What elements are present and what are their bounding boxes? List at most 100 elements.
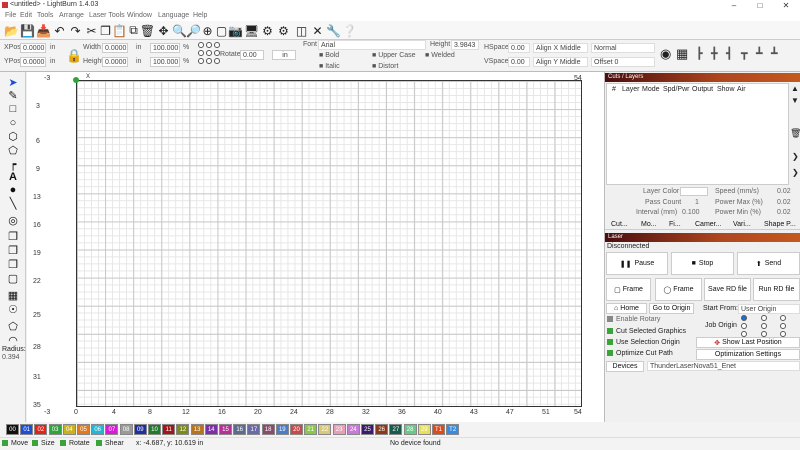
palette-swatch[interactable]: T1 bbox=[432, 424, 445, 435]
job-origin-radio[interactable] bbox=[741, 323, 747, 329]
palette-swatch[interactable]: 16 bbox=[233, 424, 247, 435]
menu-file[interactable]: File bbox=[5, 12, 16, 19]
job-origin-radio[interactable] bbox=[741, 315, 747, 321]
offset-field[interactable]: Offset 0 bbox=[591, 57, 655, 67]
wrench-icon[interactable]: 🔧 bbox=[326, 23, 341, 38]
menu-edit[interactable]: Edit bbox=[20, 12, 32, 19]
power-min-value[interactable]: 0.02 bbox=[777, 209, 791, 216]
anchor-radio[interactable] bbox=[206, 50, 212, 56]
palette-swatch[interactable]: 03 bbox=[48, 424, 62, 435]
zoom-out-icon[interactable]: 🔎 bbox=[186, 23, 201, 38]
import-icon[interactable]: 📥 bbox=[36, 23, 51, 38]
grid-array-icon[interactable]: ▦ bbox=[6, 289, 20, 302]
paste-icon[interactable]: 📋 bbox=[112, 23, 127, 38]
send-button[interactable]: ⬆ Send bbox=[737, 252, 800, 275]
menu-tools[interactable]: Tools bbox=[37, 12, 53, 19]
palette-swatch[interactable]: 18 bbox=[261, 424, 275, 435]
edit-nodes-icon[interactable]: ✎ bbox=[6, 89, 20, 102]
optimization-settings-button[interactable]: Optimization Settings bbox=[696, 349, 800, 360]
palette-swatch[interactable]: 20 bbox=[290, 424, 303, 435]
align-left-icon[interactable]: ┣ bbox=[696, 47, 703, 60]
move-layer-up-icon[interactable]: ▲ bbox=[791, 84, 799, 93]
job-origin-radio[interactable] bbox=[780, 323, 786, 329]
palette-swatch[interactable]: 14 bbox=[204, 424, 218, 435]
frame-select-icon[interactable]: ▢ bbox=[214, 23, 229, 38]
palette-swatch[interactable]: 15 bbox=[219, 424, 232, 435]
text-height-field[interactable]: 3.9843 bbox=[451, 40, 479, 50]
select-tool-icon[interactable]: ➤ bbox=[6, 76, 20, 89]
open-file-icon[interactable]: 📂 bbox=[4, 23, 19, 38]
array-icon[interactable]: ❐ bbox=[6, 230, 20, 243]
pause-button[interactable]: ❚❚ Pause bbox=[606, 252, 668, 275]
job-origin-radio[interactable] bbox=[761, 323, 767, 329]
width-field[interactable]: 0.0000 bbox=[102, 43, 128, 53]
palette-swatch[interactable]: 00 bbox=[6, 424, 19, 435]
align-middle-icon[interactable]: ┻ bbox=[756, 47, 763, 60]
palette-swatch[interactable]: 19 bbox=[275, 424, 289, 435]
bold-checkbox[interactable]: ■ Bold bbox=[319, 52, 339, 59]
palette-swatch[interactable]: 24 bbox=[346, 424, 360, 435]
anchor-radio[interactable] bbox=[214, 42, 220, 48]
compare-icon[interactable]: ◫ bbox=[294, 23, 309, 38]
anchor-radio[interactable] bbox=[198, 58, 204, 64]
tab-shape-properties[interactable]: Shape P... bbox=[764, 221, 796, 228]
font-select[interactable]: Arial bbox=[318, 40, 426, 50]
palette-swatch[interactable]: 22 bbox=[318, 424, 332, 435]
frame-circle-button[interactable]: ◯ Frame bbox=[655, 278, 702, 301]
work-area-grid[interactable] bbox=[76, 80, 582, 407]
workspace-canvas[interactable]: -3 X 54 3 6 9 13 16 19 22 25 28 31 35 -3… bbox=[27, 72, 604, 422]
palette-swatch[interactable]: 11 bbox=[162, 424, 176, 435]
frame-button[interactable]: ▢ Frame bbox=[606, 278, 651, 301]
cuts-layers-table[interactable]: # Layer Mode Spd/Pwr Output Show Air bbox=[606, 83, 789, 185]
device-settings-icon[interactable]: ⚙ bbox=[276, 23, 291, 38]
rotate-field[interactable]: 0.00 bbox=[240, 50, 264, 60]
save-rd-button[interactable]: Save RD file bbox=[704, 278, 751, 301]
align-center-icon[interactable]: ╋ bbox=[711, 47, 718, 60]
line-icon[interactable]: ┍ bbox=[6, 158, 20, 171]
device-select[interactable]: ThunderLaserNova51_Enet bbox=[647, 361, 800, 371]
corner-tool-icon[interactable]: ◠ bbox=[6, 334, 20, 347]
height-field[interactable]: 0.0000 bbox=[102, 57, 128, 67]
tab-tool-icon[interactable]: ⬠ bbox=[6, 320, 20, 333]
delete-layer-icon[interactable]: 🗑 bbox=[790, 128, 800, 139]
palette-swatch[interactable]: 25 bbox=[361, 424, 374, 435]
rectangle-icon[interactable]: □ bbox=[6, 103, 20, 115]
align-top-icon[interactable]: ┳ bbox=[741, 47, 748, 60]
text-tool-icon[interactable]: A bbox=[6, 171, 20, 183]
minimize-button[interactable]: – bbox=[724, 0, 744, 11]
vspace-field[interactable]: 0.00 bbox=[508, 57, 530, 67]
palette-swatch[interactable]: 17 bbox=[247, 424, 261, 435]
boolean-tool-icon[interactable]: ◉ bbox=[660, 46, 671, 62]
anchor-radio[interactable] bbox=[198, 50, 204, 56]
menu-arrange[interactable]: Arrange bbox=[59, 12, 84, 19]
optimize-cut-path-toggle[interactable]: Optimize Cut Path bbox=[607, 350, 673, 357]
menu-window[interactable]: Window bbox=[127, 12, 152, 19]
circular-array-icon[interactable]: ☉ bbox=[6, 303, 20, 316]
zoom-in-icon[interactable]: 🔍 bbox=[172, 23, 187, 38]
palette-swatch[interactable]: 08 bbox=[119, 424, 133, 435]
welded-checkbox[interactable]: ■ Welded bbox=[425, 52, 455, 59]
anchor-radio[interactable] bbox=[214, 58, 220, 64]
upper-case-checkbox[interactable]: ■ Upper Case bbox=[372, 52, 416, 59]
ypos-field[interactable]: 0.0000 bbox=[20, 57, 46, 67]
move-icon[interactable]: ✥ bbox=[156, 23, 171, 38]
shear-toggle[interactable]: Shear bbox=[96, 440, 124, 447]
move-layer-down-icon[interactable]: ▼ bbox=[791, 96, 799, 105]
italic-checkbox[interactable]: ■ Italic bbox=[319, 63, 340, 70]
move-toggle[interactable]: Move bbox=[2, 440, 28, 447]
undo-icon[interactable]: ↶ bbox=[52, 23, 67, 38]
scroll-right-icon[interactable]: ❯ bbox=[792, 168, 799, 177]
polygon-icon[interactable]: ⬡ bbox=[6, 130, 20, 143]
pass-count-value[interactable]: 1 bbox=[695, 199, 699, 206]
position-laser-icon[interactable]: ● bbox=[6, 184, 20, 196]
palette-swatch[interactable]: 21 bbox=[304, 424, 318, 435]
width-percent-field[interactable]: 100.000 bbox=[150, 43, 180, 53]
palette-swatch[interactable]: 02 bbox=[34, 424, 48, 435]
help-icon[interactable]: ❔ bbox=[342, 23, 357, 38]
tab-file-list[interactable]: Fi... bbox=[669, 221, 681, 228]
convert-to-path-icon[interactable]: ❐ bbox=[6, 258, 20, 271]
devices-button[interactable]: Devices bbox=[606, 361, 644, 372]
lock-icon[interactable]: 🔒 bbox=[66, 48, 82, 64]
align-y-select[interactable]: Align Y Middle bbox=[533, 57, 588, 67]
job-origin-radio[interactable] bbox=[780, 315, 786, 321]
